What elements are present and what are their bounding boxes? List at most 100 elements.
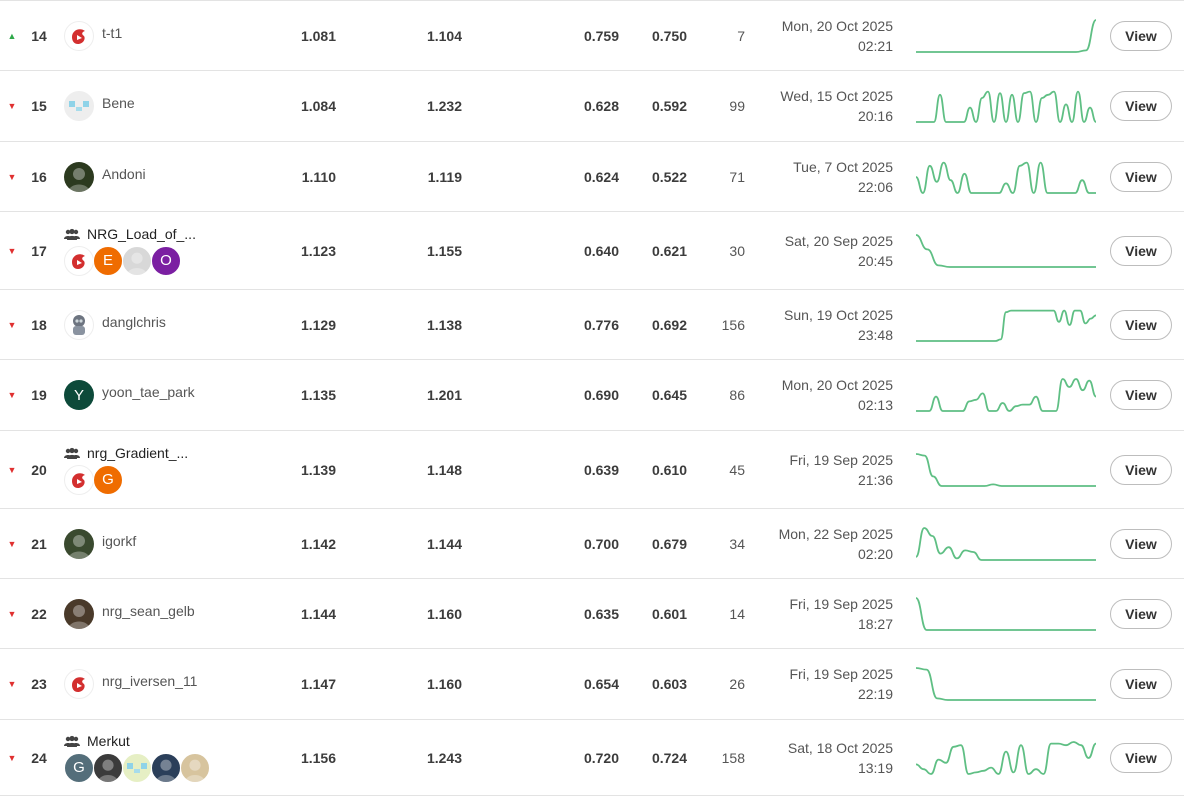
score-2: 1.155 bbox=[426, 242, 462, 259]
participant: NRG_Load_of_... E O bbox=[64, 212, 264, 289]
participant: igorkf bbox=[64, 509, 264, 578]
avatar: G bbox=[64, 752, 94, 783]
table-row: ▼ 21 igorkf 1.142 1.144 0.700 0.679 34 M… bbox=[0, 508, 1184, 578]
submission-time: 02:20 bbox=[857, 545, 893, 562]
submission-time: 22:06 bbox=[857, 178, 893, 195]
team-name[interactable]: NRG_Load_of_... bbox=[87, 226, 196, 242]
entries-count: 45 bbox=[729, 461, 745, 478]
entries-count: 156 bbox=[721, 316, 745, 333]
score-4: 0.603 bbox=[651, 676, 687, 692]
entries-count: 7 bbox=[737, 27, 745, 44]
table-row: ▼ 19 Yyoon_tae_park 1.135 1.201 0.690 0.… bbox=[0, 359, 1184, 430]
view-button[interactable]: View bbox=[1110, 161, 1172, 192]
table-row: ▲ 14 t-t1 1.081 1.104 0.759 0.750 7 Mon,… bbox=[0, 0, 1184, 70]
avatar-initial: G bbox=[73, 759, 85, 776]
last-submission: Tue, 7 Oct 2025 22:06 bbox=[745, 142, 893, 211]
participant: nrg_sean_gelb bbox=[64, 579, 264, 648]
team-name[interactable]: nrg_Gradient_... bbox=[87, 445, 188, 461]
photo-avatar bbox=[151, 752, 181, 783]
score-2: 1.148 bbox=[426, 461, 462, 478]
view-button[interactable]: View bbox=[1110, 380, 1172, 410]
view-button[interactable]: View bbox=[1110, 669, 1172, 699]
score-3: 0.639 bbox=[583, 461, 619, 478]
user-name[interactable]: nrg_iversen_11 bbox=[102, 673, 197, 689]
score-3: 0.624 bbox=[583, 168, 619, 185]
photo-avatar bbox=[93, 752, 123, 783]
pixel-logo-avatar bbox=[122, 752, 152, 783]
team-members: G bbox=[64, 464, 123, 495]
avatar-initial: O bbox=[160, 252, 172, 269]
user-name[interactable]: nrg_sean_gelb bbox=[102, 603, 195, 619]
score-2: 1.243 bbox=[426, 749, 462, 766]
user-name[interactable]: Bene bbox=[102, 95, 135, 111]
submission-time: 20:45 bbox=[857, 252, 893, 269]
team-icon bbox=[64, 735, 80, 747]
score-2: 1.160 bbox=[426, 605, 462, 622]
view-button[interactable]: View bbox=[1110, 91, 1172, 121]
score-1: 1.156 bbox=[300, 749, 336, 766]
rank: 20 bbox=[31, 461, 47, 478]
user-name[interactable]: igorkf bbox=[102, 533, 136, 549]
view-button[interactable]: View bbox=[1110, 598, 1172, 629]
photo-avatar bbox=[64, 161, 94, 192]
score-4: 0.621 bbox=[651, 242, 687, 259]
user-name[interactable]: yoon_tae_park bbox=[102, 384, 195, 400]
photo-avatar bbox=[122, 245, 152, 276]
view-button[interactable]: View bbox=[1110, 20, 1172, 51]
avatar: O bbox=[151, 245, 181, 276]
score-1: 1.135 bbox=[300, 387, 336, 403]
robot-avatar bbox=[64, 309, 94, 340]
view-button[interactable]: View bbox=[1110, 235, 1172, 266]
trend-down-icon: ▼ bbox=[7, 538, 17, 549]
trend-up-icon: ▲ bbox=[7, 30, 17, 41]
trend-down-icon: ▼ bbox=[7, 752, 17, 763]
user-name[interactable]: Andoni bbox=[102, 166, 146, 182]
submission-date: Mon, 20 Oct 2025 bbox=[781, 377, 893, 393]
score-sparkline bbox=[916, 579, 1098, 648]
score-3: 0.635 bbox=[583, 605, 619, 622]
view-button[interactable]: View bbox=[1110, 742, 1172, 773]
submission-date: Sat, 18 Oct 2025 bbox=[787, 739, 893, 756]
participant: danglchris bbox=[64, 290, 264, 359]
user-name[interactable]: danglchris bbox=[102, 314, 166, 330]
score-3: 0.776 bbox=[583, 316, 619, 333]
score-4: 0.610 bbox=[651, 461, 687, 478]
trend-down-icon: ▼ bbox=[7, 171, 17, 182]
submission-date: Sat, 20 Sep 2025 bbox=[784, 232, 893, 249]
score-1: 1.084 bbox=[300, 98, 336, 114]
score-3: 0.654 bbox=[583, 676, 619, 692]
table-row: ▼ 22 nrg_sean_gelb 1.144 1.160 0.635 0.6… bbox=[0, 578, 1184, 648]
team-entry: NRG_Load_of_... E O bbox=[64, 226, 196, 276]
score-1: 1.147 bbox=[300, 676, 336, 692]
last-submission: Fri, 19 Sep 2025 18:27 bbox=[745, 579, 893, 648]
score-1: 1.142 bbox=[300, 535, 336, 552]
submission-time: 21:36 bbox=[857, 471, 893, 488]
team-name[interactable]: Merkut bbox=[87, 733, 130, 749]
red-dragon-logo-avatar bbox=[64, 669, 94, 699]
submission-date: Fri, 19 Sep 2025 bbox=[789, 666, 893, 682]
view-button[interactable]: View bbox=[1110, 454, 1172, 485]
sparkline-path bbox=[916, 18, 1096, 53]
score-3: 0.690 bbox=[583, 387, 619, 403]
sparkline-path bbox=[916, 452, 1096, 487]
score-1: 1.144 bbox=[300, 605, 336, 622]
avatar-initial: E bbox=[102, 252, 113, 269]
sparkline-path bbox=[916, 526, 1096, 561]
view-button[interactable]: View bbox=[1110, 528, 1172, 559]
user-name[interactable]: t-t1 bbox=[102, 25, 122, 41]
score-3: 0.700 bbox=[583, 535, 619, 552]
score-sparkline bbox=[916, 360, 1098, 430]
trend-down-icon: ▼ bbox=[7, 390, 17, 400]
submission-time: 20:16 bbox=[857, 108, 893, 124]
sparkline-path bbox=[916, 90, 1096, 123]
last-submission: Mon, 20 Oct 2025 02:21 bbox=[745, 1, 893, 70]
sparkline-path bbox=[916, 161, 1096, 194]
score-1: 1.123 bbox=[300, 242, 336, 259]
rank: 17 bbox=[31, 242, 47, 259]
team-icon bbox=[64, 447, 80, 459]
score-4: 0.645 bbox=[651, 387, 687, 403]
trend-down-icon: ▼ bbox=[7, 245, 17, 256]
view-button[interactable]: View bbox=[1110, 309, 1172, 340]
avatar-initial: G bbox=[102, 471, 114, 488]
rank: 18 bbox=[31, 316, 47, 333]
